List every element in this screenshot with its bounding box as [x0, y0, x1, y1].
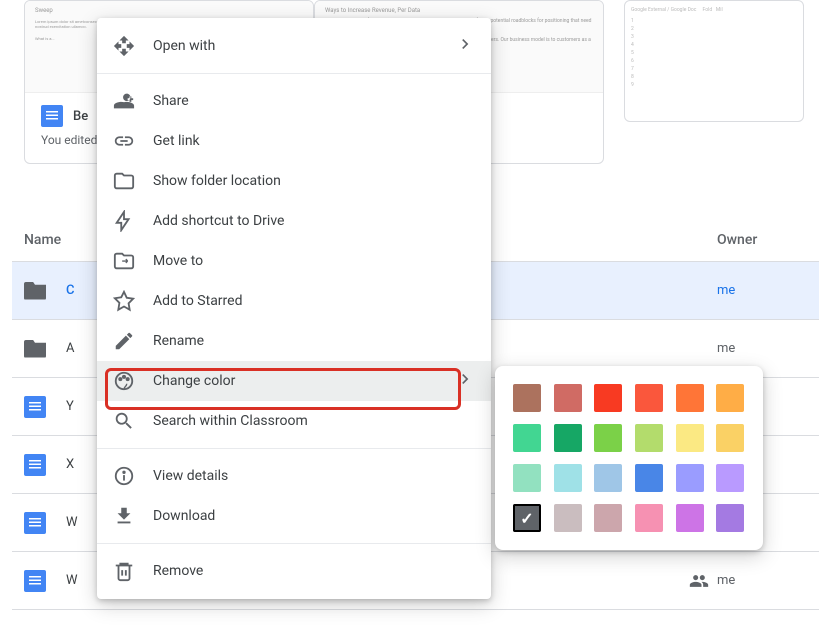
menu-label: Rename: [153, 333, 204, 349]
card-title: Be: [73, 109, 88, 124]
file-owner: me: [717, 341, 807, 356]
menu-label: Add shortcut to Drive: [153, 213, 284, 229]
docs-icon: [41, 105, 63, 127]
download-icon: [113, 505, 135, 527]
color-swatch[interactable]: [635, 424, 663, 452]
color-swatch[interactable]: [554, 424, 582, 452]
docs-icon: [24, 454, 46, 476]
menu-view-details[interactable]: View details: [97, 456, 491, 496]
color-swatch[interactable]: [554, 464, 582, 492]
shortcut-icon: [113, 210, 135, 232]
menu-download[interactable]: Download: [97, 496, 491, 536]
context-menu: Open with Share Get link Show folder loc…: [97, 18, 491, 599]
trash-icon: [113, 560, 135, 582]
menu-label: Remove: [153, 563, 203, 579]
color-swatch[interactable]: [594, 424, 622, 452]
color-swatch[interactable]: [716, 464, 744, 492]
menu-remove[interactable]: Remove: [97, 551, 491, 591]
color-swatch[interactable]: [635, 384, 663, 412]
color-swatch[interactable]: [594, 504, 622, 532]
menu-add-shortcut[interactable]: Add shortcut to Drive: [97, 201, 491, 241]
menu-label: Open with: [153, 38, 215, 54]
folder-icon: [113, 170, 135, 192]
color-swatch[interactable]: [554, 384, 582, 412]
menu-separator: [97, 543, 491, 544]
color-swatch[interactable]: [513, 504, 541, 532]
color-picker: [495, 366, 763, 550]
color-swatch[interactable]: [513, 424, 541, 452]
color-swatch[interactable]: [716, 384, 744, 412]
shared-icon: [689, 571, 709, 591]
folder-icon: [24, 280, 46, 302]
menu-share[interactable]: Share: [97, 81, 491, 121]
col-owner[interactable]: Owner: [717, 232, 807, 248]
move-icon: [113, 250, 135, 272]
color-swatch[interactable]: [676, 464, 704, 492]
color-swatch[interactable]: [594, 384, 622, 412]
search-icon: [113, 410, 135, 432]
menu-label: Download: [153, 508, 215, 524]
docs-icon: [24, 512, 46, 534]
menu-label: Show folder location: [153, 173, 281, 189]
menu-label: View details: [153, 468, 228, 484]
color-swatch[interactable]: [676, 424, 704, 452]
chevron-right-icon: [455, 369, 475, 393]
color-swatch[interactable]: [513, 384, 541, 412]
edit-icon: [113, 330, 135, 352]
folder-icon: [24, 338, 46, 360]
color-swatch[interactable]: [594, 464, 622, 492]
color-swatch[interactable]: [513, 464, 541, 492]
menu-open-with[interactable]: Open with: [97, 26, 491, 66]
menu-show-folder[interactable]: Show folder location: [97, 161, 491, 201]
menu-get-link[interactable]: Get link: [97, 121, 491, 161]
palette-icon: [113, 370, 135, 392]
color-swatch[interactable]: [635, 504, 663, 532]
docs-icon: [24, 396, 46, 418]
menu-search-classroom[interactable]: Search within Classroom: [97, 401, 491, 441]
open-with-icon: [113, 35, 135, 57]
star-icon: [113, 290, 135, 312]
menu-label: Move to: [153, 253, 203, 269]
menu-separator: [97, 73, 491, 74]
share-icon: [113, 90, 135, 112]
menu-change-color[interactable]: Change color: [97, 361, 491, 401]
color-swatch[interactable]: [554, 504, 582, 532]
menu-label: Share: [153, 93, 189, 109]
color-swatch[interactable]: [676, 384, 704, 412]
info-icon: [113, 465, 135, 487]
file-owner: me: [717, 283, 807, 298]
menu-label: Change color: [153, 373, 235, 389]
menu-label: Add to Starred: [153, 293, 242, 309]
menu-rename[interactable]: Rename: [97, 321, 491, 361]
color-swatch[interactable]: [676, 504, 704, 532]
menu-move-to[interactable]: Move to: [97, 241, 491, 281]
color-swatch[interactable]: [716, 504, 744, 532]
color-swatch[interactable]: [635, 464, 663, 492]
menu-add-starred[interactable]: Add to Starred: [97, 281, 491, 321]
chevron-right-icon: [455, 34, 475, 58]
file-owner: me: [717, 573, 807, 588]
menu-separator: [97, 448, 491, 449]
link-icon: [113, 130, 135, 152]
menu-label: Search within Classroom: [153, 413, 308, 429]
file-card-3[interactable]: Google External / Google Doc Fold Mil 12…: [624, 0, 804, 122]
menu-label: Get link: [153, 133, 200, 149]
docs-icon: [24, 570, 46, 592]
color-swatch[interactable]: [716, 424, 744, 452]
